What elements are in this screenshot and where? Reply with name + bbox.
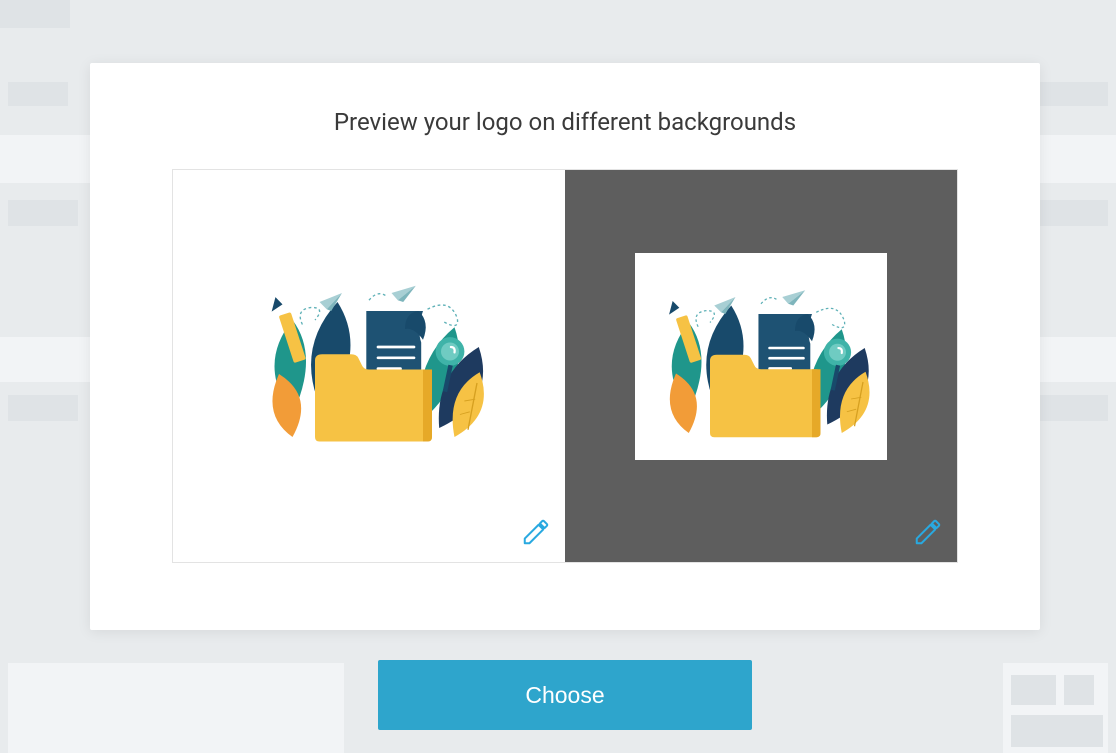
logo-light-preview [243,257,495,455]
bg-placeholder [1011,675,1056,705]
bg-placeholder [1064,675,1094,705]
preview-dark-panel [565,170,957,562]
pencil-icon [521,517,551,547]
logo-dark-preview [635,253,887,460]
edit-light-button[interactable] [521,517,551,551]
bg-placeholder [8,663,344,753]
preview-light-panel [173,170,565,562]
folder-logo-illustration [642,263,880,450]
bg-placeholder [1038,395,1108,421]
bg-placeholder [0,0,70,28]
modal-title: Preview your logo on different backgroun… [90,63,1040,136]
pencil-icon [913,517,943,547]
choose-button[interactable]: Choose [378,660,752,730]
bg-placeholder [1038,82,1108,106]
logo-preview-modal: Preview your logo on different backgroun… [90,63,1040,630]
folder-logo-illustration [243,257,495,455]
bg-placeholder [8,200,78,226]
edit-dark-button[interactable] [913,517,943,551]
bg-placeholder [8,395,78,421]
bg-placeholder [8,82,68,106]
bg-placeholder [1011,715,1103,747]
preview-container [172,169,958,563]
bg-placeholder [1038,200,1108,226]
